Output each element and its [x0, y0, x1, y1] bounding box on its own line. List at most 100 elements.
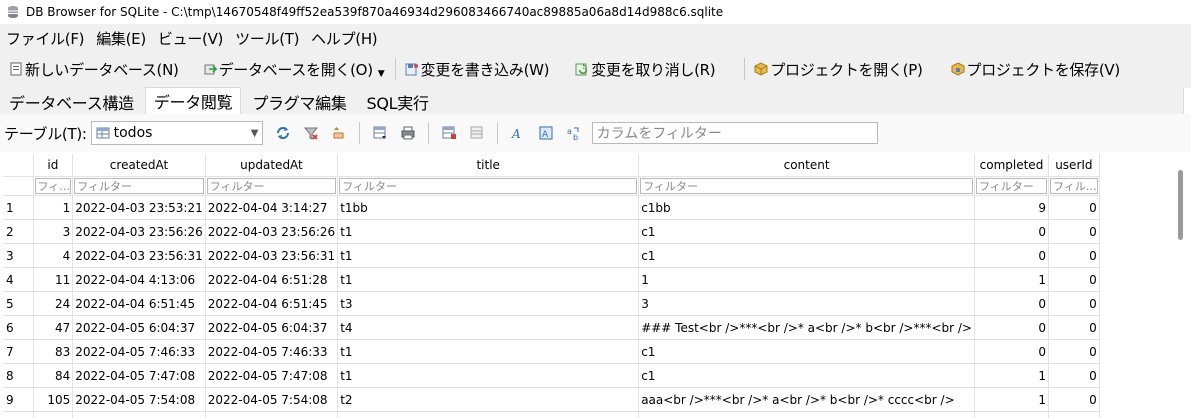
menu-view[interactable]: ビュー(V): [152, 28, 229, 49]
row-header[interactable]: 1: [3, 195, 34, 220]
revert-changes-button[interactable]: 変更を取り消し(R): [572, 55, 718, 83]
cell-title[interactable]: t4: [337, 315, 640, 340]
save-project-button[interactable]: プロジェクトを保存(V): [948, 55, 1123, 83]
cell-completed[interactable]: 0: [974, 219, 1049, 244]
open-database-button[interactable]: データベースを開く(O): [200, 55, 376, 83]
refresh-button[interactable]: [273, 123, 293, 143]
table-row[interactable]: 3 4 2022-04-03 23:56:31 2022-04-03 23:56:31…: [3, 243, 1100, 268]
row-header[interactable]: 8: [3, 363, 34, 388]
cell-userId[interactable]: 0: [1048, 291, 1100, 316]
clear-filters-button[interactable]: [301, 123, 321, 143]
filter-input-id[interactable]: フィ…: [34, 178, 72, 194]
cell-id[interactable]: 83: [33, 339, 74, 364]
cell-updatedAt[interactable]: 2022-04-05 7:46:33: [205, 339, 339, 364]
cell-createdAt[interactable]: 2022-04-03 23:56:31: [72, 243, 206, 268]
cell-content[interactable]: aaa<br />***<br />* a<br />* b<br />* cc…: [638, 387, 975, 412]
write-changes-button[interactable]: 変更を書き込み(W): [402, 55, 553, 83]
menu-file[interactable]: ファイル(F): [0, 28, 90, 49]
cell-completed[interactable]: 1: [974, 267, 1049, 292]
filter-input-createdAt[interactable]: フィルター: [74, 178, 204, 194]
cell-createdAt[interactable]: 2022-04-04 4:13:06: [72, 267, 206, 292]
cell-content[interactable]: c1: [638, 243, 975, 268]
column-header-id[interactable]: id: [33, 154, 74, 177]
font-button[interactable]: A: [508, 123, 528, 143]
cell-userId[interactable]: 0: [1048, 363, 1100, 388]
column-header-content[interactable]: content: [638, 154, 975, 177]
cell-updatedAt[interactable]: 2022-04-03 23:56:31: [205, 243, 339, 268]
insert-record-button[interactable]: [439, 123, 459, 143]
column-header-title[interactable]: title: [337, 154, 640, 177]
cell-createdAt[interactable]: 2022-04-03 23:56:26: [72, 219, 206, 244]
cell-id[interactable]: 24: [33, 291, 74, 316]
tab-browse-data[interactable]: データ閲覧: [144, 87, 242, 114]
cell-id[interactable]: 84: [33, 363, 74, 388]
cell-userId[interactable]: 0: [1048, 315, 1100, 340]
chevron-down-icon[interactable]: ▼: [378, 69, 385, 79]
row-header[interactable]: 6: [3, 315, 34, 340]
filter-input-updatedAt[interactable]: フィルター: [206, 178, 337, 194]
delete-record-button[interactable]: [467, 123, 487, 143]
cell-title[interactable]: t2: [337, 387, 640, 412]
open-project-button[interactable]: プロジェクトを開く(P): [751, 55, 925, 83]
cell-createdAt[interactable]: 2022-04-05 7:54:08: [72, 387, 206, 412]
cell-userId[interactable]: 0: [1048, 219, 1100, 244]
menu-edit[interactable]: 編集(E): [90, 28, 152, 49]
tab-database-structure[interactable]: データベース構造: [0, 89, 143, 114]
column-header-updatedAt[interactable]: updatedAt: [205, 154, 339, 177]
cell-updatedAt[interactable]: 2022-04-05 7:54:08: [205, 387, 339, 412]
row-header[interactable]: 3: [3, 243, 34, 268]
cell-content[interactable]: 1: [638, 267, 975, 292]
cell-updatedAt[interactable]: 2022-04-03 23:56:26: [205, 219, 339, 244]
cell-content[interactable]: c1bb: [638, 195, 975, 220]
cell-userId[interactable]: 0: [1048, 243, 1100, 268]
column-filter-input[interactable]: カラムをフィルター: [591, 122, 878, 144]
filter-input-completed[interactable]: フィルター: [975, 178, 1047, 194]
text-encoding-button[interactable]: A: [536, 123, 556, 143]
cell-id[interactable]: 106: [33, 411, 74, 418]
cell-updatedAt[interactable]: 2022-04-05 7:54:11: [205, 411, 339, 418]
cell-createdAt[interactable]: 2022-04-05 7:47:08: [72, 363, 206, 388]
table-row[interactable]: 6 47 2022-04-05 6:04:37 2022-04-05 6:04:37 t…: [3, 315, 1100, 340]
cell-completed[interactable]: 1: [974, 387, 1049, 412]
row-header[interactable]: 9: [3, 387, 34, 412]
cell-updatedAt[interactable]: 2022-04-05 7:47:08: [205, 363, 339, 388]
menu-help[interactable]: ヘルプ(H): [305, 28, 383, 49]
cell-completed[interactable]: 0: [974, 315, 1049, 340]
cell-content[interactable]: SSLeUpdate_7.tuki<br />***<br />* a<br /…: [638, 411, 975, 418]
cell-id[interactable]: 47: [33, 315, 74, 340]
vertical-scrollbar[interactable]: [1172, 154, 1191, 418]
cell-id[interactable]: 105: [33, 387, 74, 412]
cell-userId[interactable]: 0: [1048, 387, 1100, 412]
corner-cell[interactable]: [3, 154, 34, 177]
cell-updatedAt[interactable]: 2022-04-04 3:14:27: [205, 195, 339, 220]
scrollbar-thumb[interactable]: [1178, 170, 1183, 240]
table-row[interactable]: 5 24 2022-04-04 6:51:45 2022-04-04 6:51:45 t…: [3, 291, 1100, 316]
cell-userId[interactable]: 0: [1048, 411, 1100, 418]
table-row[interactable]: 9 105 2022-04-05 7:54:08 2022-04-05 7:54:08…: [3, 387, 1100, 412]
column-header-userId[interactable]: userId: [1048, 154, 1100, 177]
column-header-createdAt[interactable]: createdAt: [72, 154, 206, 177]
cell-completed[interactable]: 0: [974, 291, 1049, 316]
cell-title[interactable]: t1: [337, 363, 640, 388]
new-database-button[interactable]: 新しいデータベース(N): [6, 55, 182, 83]
row-header[interactable]: 7: [3, 339, 34, 364]
table-row[interactable]: 7 83 2022-04-05 7:46:33 2022-04-05 7:46:33 t…: [3, 339, 1100, 364]
tab-execute-sql[interactable]: SQL実行: [358, 89, 438, 114]
cell-content[interactable]: 3: [638, 291, 975, 316]
cell-userId[interactable]: 0: [1048, 195, 1100, 220]
cell-title[interactable]: t1bb: [337, 195, 640, 220]
row-header[interactable]: 5: [3, 291, 34, 316]
filter-input-title[interactable]: フィルター: [339, 178, 638, 194]
cell-completed[interactable]: 0: [974, 339, 1049, 364]
cell-title[interactable]: t1: [337, 339, 640, 364]
cell-updatedAt[interactable]: 2022-04-05 6:04:37: [205, 315, 339, 340]
column-header-completed[interactable]: completed: [974, 154, 1049, 177]
cell-completed[interactable]: 1: [974, 363, 1049, 388]
cell-userId[interactable]: 0: [1048, 267, 1100, 292]
row-header[interactable]: 4: [3, 267, 34, 292]
table-row[interactable]: 4 11 2022-04-04 4:13:06 2022-04-04 6:51:28 t…: [3, 267, 1100, 292]
find-replace-button[interactable]: ab: [564, 123, 584, 143]
cell-userId[interactable]: 0: [1048, 339, 1100, 364]
cell-title[interactable]: SSLeUpdate_7.tuki: [337, 411, 640, 418]
cell-createdAt[interactable]: 2022-04-05 6:04:37: [72, 315, 206, 340]
